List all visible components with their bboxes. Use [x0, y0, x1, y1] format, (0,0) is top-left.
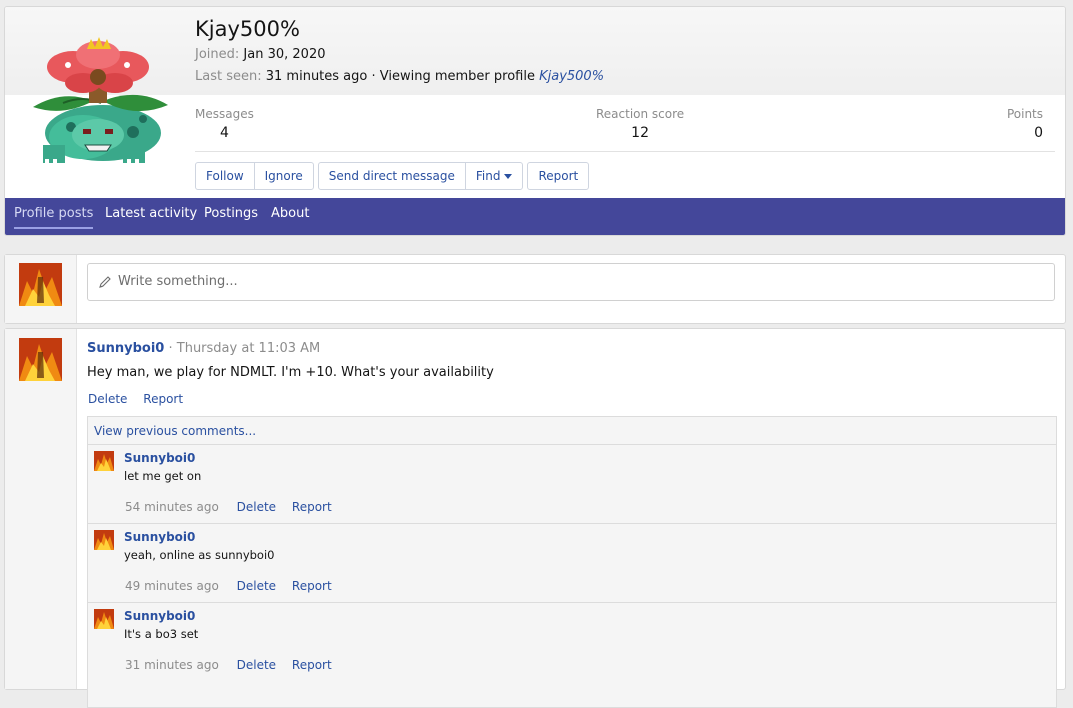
- comment-item: Sunnyboi0 It's a bo3 set 31 minutes ago …: [88, 602, 1056, 682]
- comment-report-link[interactable]: Report: [292, 579, 332, 593]
- comment-body: It's a bo3 set: [124, 627, 199, 641]
- post-body: Hey man, we play for NDMLT. I'm +10. Wha…: [87, 365, 494, 380]
- comment-item: Sunnyboi0 let me get on 54 minutes ago D…: [88, 444, 1056, 524]
- profile-tab-bar: Profile posts Latest activity Postings A…: [5, 198, 1065, 235]
- stat-messages[interactable]: Messages 4: [195, 107, 254, 141]
- pencil-icon: [99, 276, 111, 288]
- stat-reaction-value: 12: [631, 125, 649, 141]
- stat-points[interactable]: Points 0: [1007, 107, 1043, 141]
- stat-messages-label: Messages: [195, 107, 254, 121]
- comment-footer: 31 minutes ago Delete Report: [125, 658, 344, 672]
- comment-timestamp[interactable]: 31 minutes ago: [125, 658, 219, 672]
- post-separator: ·: [168, 341, 173, 356]
- post-avatar-gutter: [5, 329, 77, 689]
- joined-value: Jan 30, 2020: [243, 47, 326, 62]
- post-author-link[interactable]: Sunnyboi0: [87, 341, 164, 356]
- send-direct-message-button[interactable]: Send direct message: [319, 163, 466, 189]
- caret-down-icon: [504, 174, 513, 179]
- find-label: Find: [475, 169, 501, 183]
- ignore-button[interactable]: Ignore: [255, 163, 313, 189]
- last-seen: Last seen: 31 minutes ago · Viewing memb…: [195, 69, 604, 84]
- comment-delete-link[interactable]: Delete: [237, 500, 276, 514]
- comment-timestamp[interactable]: 54 minutes ago: [125, 500, 219, 514]
- comment-timestamp[interactable]: 49 minutes ago: [125, 579, 219, 593]
- comment-author-avatar[interactable]: [94, 530, 114, 550]
- stat-reaction-label: Reaction score: [596, 107, 685, 121]
- stat-points-label: Points: [1006, 107, 1043, 121]
- stat-points-value: 0: [1034, 125, 1043, 141]
- tab-latest-activity[interactable]: Latest activity: [105, 198, 197, 235]
- comment-footer: 49 minutes ago Delete Report: [125, 579, 344, 593]
- message-find-group: Send direct message Find: [317, 162, 524, 190]
- comment-report-link[interactable]: Report: [292, 658, 332, 672]
- post-author-avatar[interactable]: [19, 338, 62, 381]
- comment-delete-link[interactable]: Delete: [237, 579, 276, 593]
- comment-report-link[interactable]: Report: [292, 500, 332, 514]
- comments-section: View previous comments... Sunnyboi0 let …: [87, 416, 1057, 708]
- comment-author-avatar[interactable]: [94, 609, 114, 629]
- post-delete-link[interactable]: Delete: [88, 392, 127, 406]
- tab-postings[interactable]: Postings: [204, 198, 258, 235]
- write-something-input[interactable]: Write something...: [87, 263, 1055, 301]
- report-profile-button[interactable]: Report: [528, 163, 588, 189]
- report-group: Report: [527, 162, 590, 190]
- comment-author-link[interactable]: Sunnyboi0: [124, 451, 195, 465]
- profile-username: Kjay500%: [195, 17, 300, 41]
- find-menu-button[interactable]: Find: [466, 163, 523, 189]
- post-header: Sunnyboi0 · Thursday at 11:03 AM: [87, 341, 320, 356]
- last-seen-value: 31 minutes ago · Viewing member profile: [265, 69, 535, 84]
- view-previous-comments-link[interactable]: View previous comments...: [94, 424, 256, 438]
- tab-about[interactable]: About: [271, 198, 309, 235]
- joined-label: Joined:: [195, 47, 240, 62]
- profile-avatar[interactable]: [23, 37, 173, 167]
- joined-date: Joined: Jan 30, 2020: [195, 47, 325, 62]
- comment-body: let me get on: [124, 469, 202, 483]
- post-timestamp[interactable]: Thursday at 11:03 AM: [177, 341, 320, 356]
- stat-messages-value: 4: [219, 125, 229, 141]
- comment-footer: 54 minutes ago Delete Report: [125, 500, 344, 514]
- profile-action-buttons: Follow Ignore Send direct message Find R…: [195, 162, 593, 190]
- last-seen-profile-link[interactable]: Kjay500%: [539, 69, 604, 84]
- comment-delete-link[interactable]: Delete: [237, 658, 276, 672]
- follow-button[interactable]: Follow: [196, 163, 255, 189]
- write-something-placeholder: Write something...: [118, 274, 238, 289]
- last-seen-label: Last seen:: [195, 69, 262, 84]
- profile-post-composer: Write something...: [4, 254, 1066, 324]
- post-report-link[interactable]: Report: [143, 392, 183, 406]
- stat-reaction-score[interactable]: Reaction score 12: [596, 107, 684, 141]
- stats-divider: [195, 151, 1055, 152]
- comment-body: yeah, online as sunnyboi0: [124, 548, 275, 562]
- comment-author-link[interactable]: Sunnyboi0: [124, 530, 195, 544]
- post-actions: Delete Report: [88, 392, 195, 406]
- profile-header: Kjay500% Joined: Jan 30, 2020 Last seen:…: [4, 6, 1066, 236]
- comment-author-link[interactable]: Sunnyboi0: [124, 609, 195, 623]
- profile-post: Sunnyboi0 · Thursday at 11:03 AM Hey man…: [4, 328, 1066, 708]
- comment-author-avatar[interactable]: [94, 451, 114, 471]
- tab-profile-posts[interactable]: Profile posts: [14, 198, 94, 229]
- user-avatar[interactable]: [19, 263, 62, 306]
- follow-ignore-group: Follow Ignore: [195, 162, 314, 190]
- comment-item: Sunnyboi0 yeah, online as sunnyboi0 49 m…: [88, 523, 1056, 603]
